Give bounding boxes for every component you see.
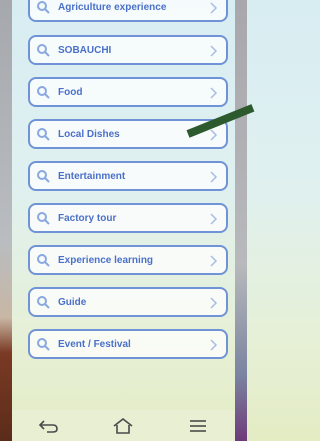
search-icon: [36, 85, 50, 99]
home-icon[interactable]: [108, 416, 138, 436]
chevron-right-icon: [208, 170, 218, 184]
chevron-right-icon: [208, 338, 218, 352]
chevron-right-icon: [208, 296, 218, 310]
search-icon: [36, 43, 50, 57]
chevron-right-icon: [208, 254, 218, 268]
search-icon: [36, 337, 50, 351]
category-label: Experience learning: [58, 254, 154, 266]
search-icon: [36, 253, 50, 267]
category-label: Guide: [58, 296, 87, 308]
category-item-factory-tour[interactable]: Factory tour: [28, 203, 228, 233]
chevron-right-icon: [208, 86, 218, 100]
category-item-entertainment[interactable]: Entertainment: [28, 161, 228, 191]
category-item-guide[interactable]: Guide: [28, 287, 228, 317]
chevron-right-icon: [208, 128, 218, 142]
category-label: SOBAUCHI: [58, 44, 112, 56]
search-icon: [36, 295, 50, 309]
category-label: Entertainment: [58, 170, 126, 182]
category-item-food[interactable]: Food: [28, 77, 228, 107]
android-nav-bar: [12, 410, 235, 441]
category-label: Factory tour: [58, 212, 117, 224]
search-icon: [36, 0, 50, 14]
screen: Agriculture experience SOBAUCHI Food Loc…: [12, 0, 235, 441]
category-label: Event / Festival: [58, 338, 131, 350]
category-label: Agriculture experience: [58, 1, 167, 13]
chevron-right-icon: [208, 1, 218, 15]
device-frame-left: [0, 0, 12, 441]
category-item-experience-learning[interactable]: Experience learning: [28, 245, 228, 275]
category-item-agriculture[interactable]: Agriculture experience: [28, 0, 228, 22]
category-label: Food: [58, 86, 83, 98]
device-frame-right: [235, 0, 247, 441]
chevron-right-icon: [208, 44, 218, 58]
category-item-sobauchi[interactable]: SOBAUCHI: [28, 35, 228, 65]
search-icon: [36, 169, 50, 183]
category-item-event-festival[interactable]: Event / Festival: [28, 329, 228, 359]
chevron-right-icon: [208, 212, 218, 226]
search-icon: [36, 127, 50, 141]
back-icon[interactable]: [34, 416, 64, 436]
menu-icon[interactable]: [183, 416, 213, 436]
category-label: Local Dishes: [58, 128, 120, 140]
search-icon: [36, 211, 50, 225]
